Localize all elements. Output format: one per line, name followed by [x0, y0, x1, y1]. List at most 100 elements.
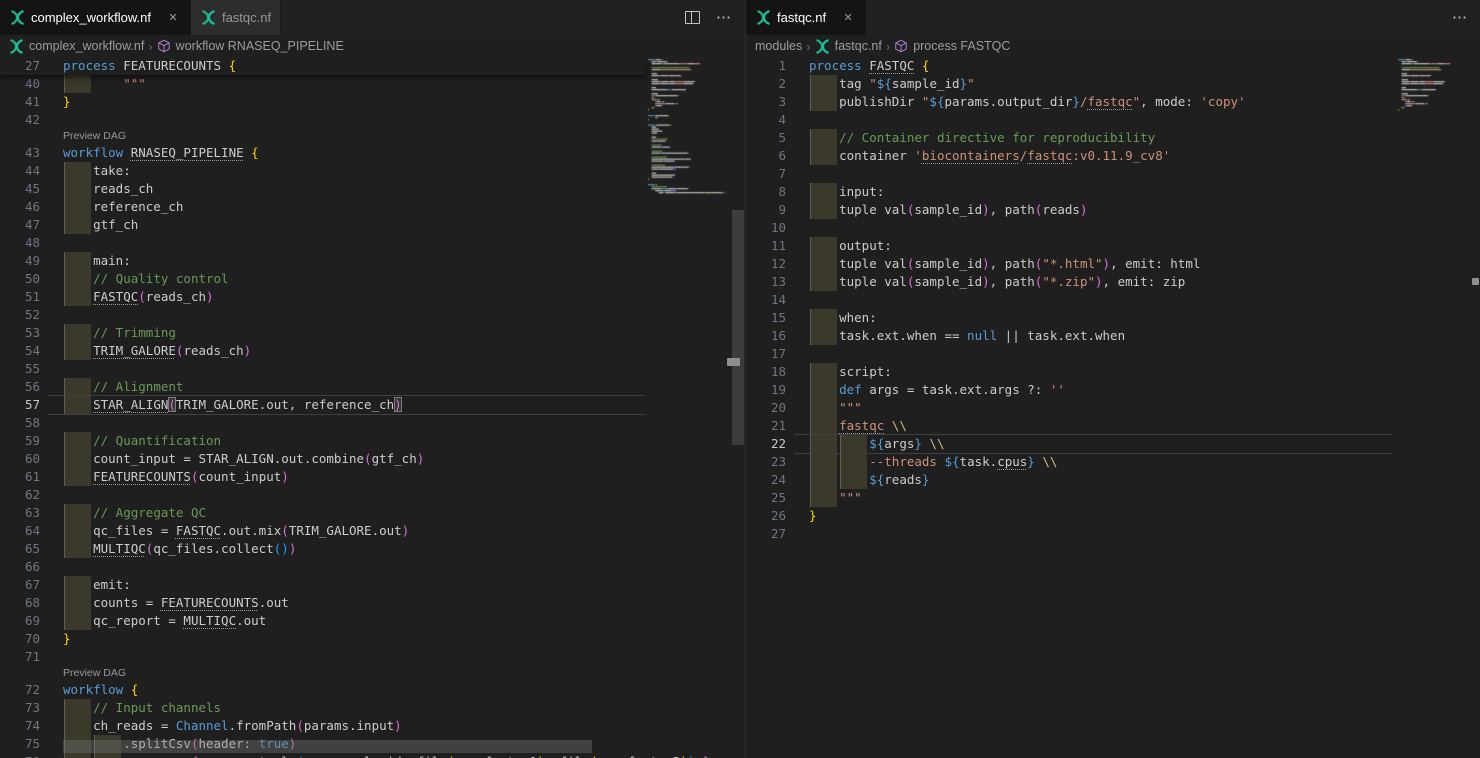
- code-line[interactable]: 19 def args = task.ext.args ?: '': [746, 381, 1391, 399]
- code-line[interactable]: 21 fastqc \\: [746, 417, 1391, 435]
- code-line[interactable]: 46 reference_ch: [0, 198, 645, 216]
- code-line[interactable]: 4: [746, 111, 1391, 129]
- tab-fastqc-left[interactable]: fastqc.nf: [191, 0, 281, 35]
- code-line[interactable]: 70}: [0, 630, 645, 648]
- code-line[interactable]: 57 STAR_ALIGN(TRIM_GALORE.out, reference…: [0, 396, 645, 414]
- code-line[interactable]: 15 when:: [746, 309, 1391, 327]
- breadcrumb-item-symbol[interactable]: process FASTQC: [894, 39, 1010, 53]
- code-line[interactable]: 48: [0, 234, 645, 252]
- code-line[interactable]: 14: [746, 291, 1391, 309]
- split-editor-icon[interactable]: [685, 11, 700, 24]
- minimap[interactable]: [1395, 57, 1467, 747]
- nextflow-file-icon: [815, 39, 830, 54]
- code-line[interactable]: 3 publishDir "${params.output_dir}/fastq…: [746, 93, 1391, 111]
- sticky-scroll-line[interactable]: 27process FEATURECOUNTS {: [0, 57, 645, 75]
- code-line[interactable]: 7: [746, 165, 1391, 183]
- breadcrumb-item-file[interactable]: fastqc.nf: [815, 39, 882, 54]
- code-line[interactable]: 16 task.ext.when == null || task.ext.whe…: [746, 327, 1391, 345]
- code-line[interactable]: 11 output:: [746, 237, 1391, 255]
- code-line[interactable]: 63 // Aggregate QC: [0, 504, 645, 522]
- scrollbar-handle[interactable]: [1472, 278, 1479, 285]
- line-number: 74: [0, 717, 40, 735]
- code-line[interactable]: 53 // Trimming: [0, 324, 645, 342]
- code-line[interactable]: 9 tuple val(sample_id), path(reads): [746, 201, 1391, 219]
- code-line[interactable]: 54 TRIM_GALORE(reads_ch): [0, 342, 645, 360]
- code-line[interactable]: 47 gtf_ch: [0, 216, 645, 234]
- code-line[interactable]: 50 // Quality control: [0, 270, 645, 288]
- code-line[interactable]: 67 emit:: [0, 576, 645, 594]
- line-number: 13: [746, 273, 786, 291]
- tab-fastqc-right[interactable]: fastqc.nf ✕: [746, 0, 866, 35]
- code-line[interactable]: 61 FEATURECOUNTS(count_input): [0, 468, 645, 486]
- line-number: 49: [0, 252, 40, 270]
- code-line[interactable]: 1process FASTQC {: [746, 57, 1391, 75]
- minimap[interactable]: [645, 57, 731, 747]
- code-line[interactable]: 69 qc_report = MULTIQC.out: [0, 612, 645, 630]
- codelens-link[interactable]: Preview DAG: [0, 666, 645, 681]
- code-line[interactable]: 2 tag "${sample_id}": [746, 75, 1391, 93]
- code-line[interactable]: 17: [746, 345, 1391, 363]
- code-line[interactable]: 51 FASTQC(reads_ch): [0, 288, 645, 306]
- close-icon[interactable]: ✕: [165, 10, 181, 26]
- code-line[interactable]: 56 // Alignment: [0, 378, 645, 396]
- code-line[interactable]: 49 main:: [0, 252, 645, 270]
- codelens-link[interactable]: Preview DAG: [0, 129, 645, 144]
- code-line[interactable]: 71: [0, 648, 645, 666]
- code-line[interactable]: 23 --threads ${task.cpus} \\: [746, 453, 1391, 471]
- line-number: 58: [0, 414, 40, 432]
- tab-complex-workflow[interactable]: complex_workflow.nf ✕: [0, 0, 191, 35]
- code-line[interactable]: 6 container 'biocontainers/fastqc:v0.11.…: [746, 147, 1391, 165]
- code-line[interactable]: 43workflow RNASEQ_PIPELINE {: [0, 144, 645, 162]
- code-line[interactable]: 27process FEATURECOUNTS {: [0, 57, 645, 75]
- scrollbar-handle[interactable]: [727, 358, 740, 366]
- line-number: 52: [0, 306, 40, 324]
- code-line[interactable]: 55: [0, 360, 645, 378]
- code-line[interactable]: 12 tuple val(sample_id), path("*.html"),…: [746, 255, 1391, 273]
- code-line[interactable]: 60 count_input = STAR_ALIGN.out.combine(…: [0, 450, 645, 468]
- code-line[interactable]: 24 ${reads}: [746, 471, 1391, 489]
- horizontal-scrollbar[interactable]: [63, 740, 592, 753]
- code-editor-left[interactable]: 40 """41}42Preview DAG43workflow RNASEQ_…: [0, 57, 745, 758]
- breadcrumb-item-file[interactable]: complex_workflow.nf: [9, 39, 144, 54]
- breadcrumb-item-symbol[interactable]: workflow RNASEQ_PIPELINE: [157, 39, 344, 53]
- code-line[interactable]: 74 ch_reads = Channel.fromPath(params.in…: [0, 717, 645, 735]
- code-line[interactable]: 65 MULTIQC(qc_files.collect()): [0, 540, 645, 558]
- code-line[interactable]: 64 qc_files = FASTQC.out.mix(TRIM_GALORE…: [0, 522, 645, 540]
- code-line[interactable]: 10: [746, 219, 1391, 237]
- line-number: 2: [746, 75, 786, 93]
- code-line[interactable]: 66: [0, 558, 645, 576]
- code-line[interactable]: 58: [0, 414, 645, 432]
- code-line[interactable]: 42: [0, 111, 645, 129]
- code-line[interactable]: 73 // Input channels: [0, 699, 645, 717]
- code-line[interactable]: 8 input:: [746, 183, 1391, 201]
- code-line[interactable]: 45 reads_ch: [0, 180, 645, 198]
- code-line[interactable]: 62: [0, 486, 645, 504]
- code-line[interactable]: 13 tuple val(sample_id), path("*.zip"), …: [746, 273, 1391, 291]
- tab-label: fastqc.nf: [222, 10, 271, 25]
- code-line[interactable]: 41}: [0, 93, 645, 111]
- more-actions-icon[interactable]: ⋯: [1452, 13, 1467, 23]
- code-line[interactable]: 20 """: [746, 399, 1391, 417]
- close-icon[interactable]: ✕: [840, 10, 856, 26]
- line-number: 70: [0, 630, 40, 648]
- code-line[interactable]: 40 """: [0, 75, 645, 93]
- line-number: 72: [0, 681, 40, 699]
- code-line[interactable]: 52: [0, 306, 645, 324]
- code-line[interactable]: 5 // Container directive for reproducibi…: [746, 129, 1391, 147]
- code-line[interactable]: 44 take:: [0, 162, 645, 180]
- breadcrumb-item-folder[interactable]: modules: [755, 39, 802, 53]
- vertical-scrollbar[interactable]: [732, 210, 744, 445]
- code-line[interactable]: 25 """: [746, 489, 1391, 507]
- code-line[interactable]: 22 ${args} \\: [746, 435, 1391, 453]
- more-actions-icon[interactable]: ⋯: [716, 13, 731, 23]
- code-line[interactable]: 18 script:: [746, 363, 1391, 381]
- code-line[interactable]: 26}: [746, 507, 1391, 525]
- code-line[interactable]: 76 .map { row -> tuple(row.sample_id, fi…: [0, 753, 645, 758]
- code-line[interactable]: 68 counts = FEATURECOUNTS.out: [0, 594, 645, 612]
- code-line[interactable]: 59 // Quantification: [0, 432, 645, 450]
- code-line[interactable]: 72workflow {: [0, 681, 645, 699]
- code-editor-right[interactable]: 1process FASTQC {2 tag "${sample_id}"3 p…: [746, 57, 1480, 758]
- line-number: 53: [0, 324, 40, 342]
- line-number: 42: [0, 111, 40, 129]
- code-line[interactable]: 27: [746, 525, 1391, 543]
